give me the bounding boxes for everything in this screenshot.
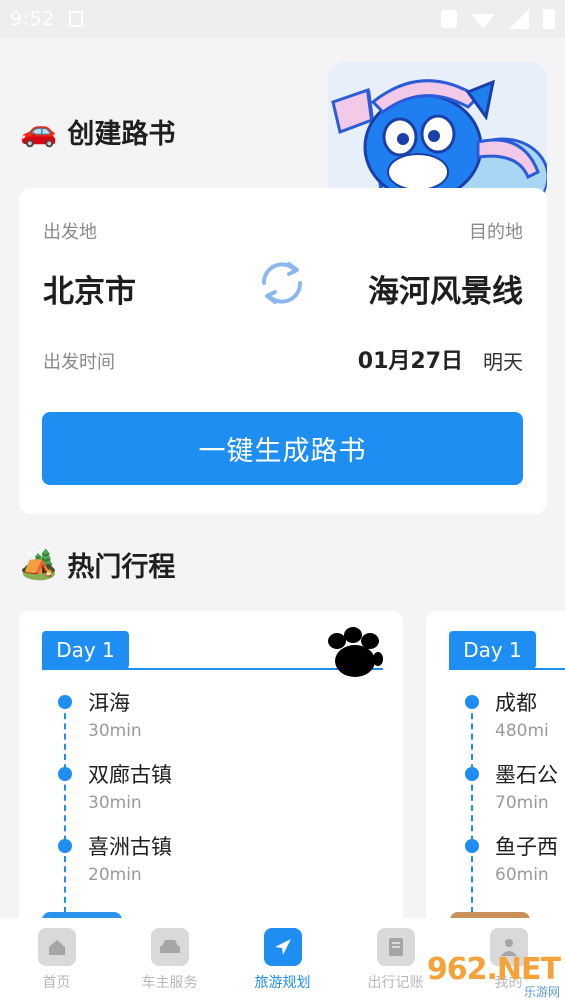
cat-mascot-icon [328,62,547,202]
tab-car-service[interactable]: 车主服务 [113,918,226,1004]
status-bar: 9:52 [0,0,565,38]
hot-itineraries-heading: 🏕️ 热门行程 [20,545,175,584]
day-badge: Day 1 [42,631,129,669]
create-route-heading: 🚗 创建路书 [20,112,175,151]
route-planner-card: 出发地 目的地 北京市 海河风景线 出发时间 01月27日 明天 一键生成路书 [19,188,547,514]
tab-label: 旅游规划 [254,975,311,991]
stop-duration: 480mi [495,721,549,741]
camping-icon: 🏕️ [20,546,58,582]
departure-city[interactable]: 北京市 [43,266,136,311]
tab-label: 车主服务 [141,975,198,991]
swap-icon[interactable] [255,256,309,310]
day-badge: Day 1 [449,631,536,669]
watermark-text: 962.NET [426,952,561,987]
stop-name: 双廊古镇 [88,763,172,787]
timeline-line [64,703,66,913]
generate-route-button[interactable]: 一键生成路书 [42,412,523,485]
itinerary-card[interactable]: Day 1 成都 480mi 墨石公 70min 鱼子西 60min [426,611,565,941]
timeline-line [471,703,473,913]
timeline-dot [465,767,479,781]
mascot-banner [328,62,547,202]
stop-name: 成都 [495,691,537,715]
stop-duration: 30min [88,721,142,741]
section-title: 创建路书 [67,119,176,150]
stop-name: 喜洲古镇 [88,835,172,859]
itinerary-card[interactable]: Day 1 洱海 30min 双廊古镇 30min 喜洲古镇 20min [19,611,403,941]
stop-name: 洱海 [88,691,130,715]
section-title: 热门行程 [67,552,176,583]
status-icons [441,9,555,29]
departure-time-label: 出发时间 [43,352,115,373]
day-underline [449,668,565,670]
stop-duration: 20min [88,865,142,885]
timeline-dot [58,767,72,781]
stop-duration: 70min [495,793,549,813]
car-icon [150,928,189,966]
car-icon: 🚗 [20,113,58,149]
timeline-dot [58,695,72,709]
stop-name: 鱼子西 [495,835,558,859]
timeline-dot [465,695,479,709]
destination-label: 目的地 [469,222,523,243]
watermark-logo: 962.NET 乐游网 [426,952,561,1000]
departure-date[interactable]: 01月27日 [358,343,463,375]
tab-label: 出行记账 [367,975,424,991]
vibrate-icon [441,10,457,28]
paw-print-icon [328,627,383,677]
day-hint: 明天 [483,350,523,374]
watermark-subtext: 乐游网 [523,985,560,999]
stop-duration: 30min [88,793,142,813]
signal-icon [509,9,529,29]
status-time: 9:52 [10,8,55,30]
ledger-icon [376,928,415,966]
departure-label: 出发地 [43,222,97,243]
tab-travel-plan[interactable]: 旅游规划 [226,918,339,1004]
home-icon [37,928,76,966]
destination-city[interactable]: 海河风景线 [368,266,523,311]
timeline-dot [465,839,479,853]
stop-name: 墨石公 [495,763,558,787]
battery-icon [543,9,555,29]
timeline-dot [58,839,72,853]
stop-duration: 60min [495,865,549,885]
tab-label: 首页 [42,975,71,991]
wifi-icon [471,14,495,29]
notification-icon [68,11,83,27]
navigation-arrow-icon [263,928,302,966]
tab-home[interactable]: 首页 [0,918,113,1004]
